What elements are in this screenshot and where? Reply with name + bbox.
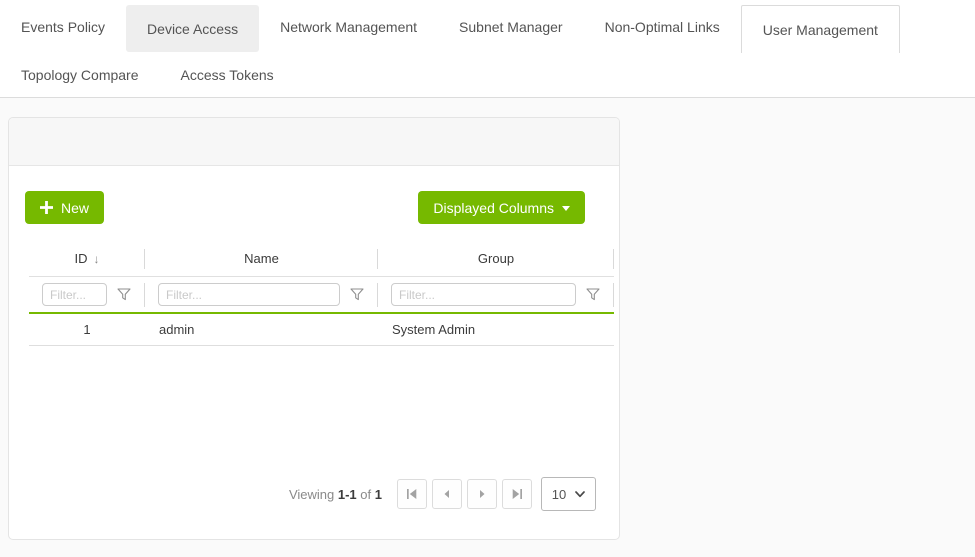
column-label: Name [244,251,279,266]
viewing-range: 1-1 [338,487,357,502]
filter-cell-name [145,277,378,312]
table-filter-row [29,277,614,312]
tab-topology-compare[interactable]: Topology Compare [0,53,160,97]
column-header-id[interactable]: ID ↓ [29,241,145,276]
id-filter-input[interactable] [42,283,107,306]
tab-bar: Events Policy Device Access Network Mana… [0,0,975,98]
select-chevron-icon [575,491,585,498]
cell-id: 1 [29,322,145,337]
card-header [9,118,619,166]
new-button-label: New [61,200,89,216]
page-size-value: 10 [552,487,566,502]
group-filter-input[interactable] [391,283,576,306]
column-label: Group [478,251,514,266]
table-row[interactable]: 1 admin System Admin [29,314,614,346]
tab-label: User Management [763,22,878,38]
tab-events-policy[interactable]: Events Policy [0,0,126,53]
app-root: Events Policy Device Access Network Mana… [0,0,975,557]
prev-page-button[interactable] [432,479,462,509]
displayed-columns-label: Displayed Columns [433,200,554,216]
viewing-label: Viewing [289,487,334,502]
page-background: New Displayed Columns ID ↓ Name [0,98,975,557]
tab-label: Subnet Manager [459,19,563,35]
first-page-icon [406,488,418,500]
column-header-name[interactable]: Name [145,241,378,276]
tab-label: Events Policy [21,19,105,35]
last-page-icon [511,488,523,500]
new-button[interactable]: New [25,191,104,224]
filter-funnel-icon[interactable] [350,288,364,301]
column-header-group[interactable]: Group [378,241,614,276]
tab-non-optimal-links[interactable]: Non-Optimal Links [584,0,741,53]
name-filter-input[interactable] [158,283,340,306]
of-label: of [360,487,371,502]
cell-name: admin [145,322,378,337]
prev-page-icon [441,488,453,500]
table-empty-space [29,346,614,477]
user-management-card: New Displayed Columns ID ↓ Name [8,117,620,540]
page-size-select[interactable]: 10 [541,477,596,511]
displayed-columns-button[interactable]: Displayed Columns [418,191,585,224]
users-table: ID ↓ Name Group [29,241,614,477]
tab-label: Non-Optimal Links [605,19,720,35]
pagination: Viewing 1-1 of 1 10 [9,477,596,511]
toolbar: New Displayed Columns [25,191,585,224]
tab-label: Access Tokens [181,67,274,83]
first-page-button[interactable] [397,479,427,509]
last-page-button[interactable] [502,479,532,509]
tab-label: Device Access [147,21,238,37]
filter-funnel-icon[interactable] [117,288,131,301]
table-header-row: ID ↓ Name Group [29,241,614,277]
tab-row-1: Events Policy Device Access Network Mana… [0,0,975,53]
viewing-status: Viewing 1-1 of 1 [289,487,382,502]
viewing-total: 1 [375,487,382,502]
tab-user-management[interactable]: User Management [741,5,900,53]
filter-cell-id [29,277,145,312]
sort-desc-icon: ↓ [94,252,100,266]
tab-label: Topology Compare [21,67,139,83]
filter-funnel-icon[interactable] [586,288,600,301]
tab-access-tokens[interactable]: Access Tokens [160,53,295,97]
plus-icon [40,201,53,214]
caret-down-icon [562,206,570,211]
next-page-icon [476,488,488,500]
next-page-button[interactable] [467,479,497,509]
tab-row-2: Topology Compare Access Tokens [0,53,975,97]
cell-group: System Admin [378,322,614,337]
column-label: ID [75,251,88,266]
tab-subnet-manager[interactable]: Subnet Manager [438,0,584,53]
tab-network-management[interactable]: Network Management [259,0,438,53]
filter-cell-group [378,277,614,312]
tab-label: Network Management [280,19,417,35]
tab-device-access[interactable]: Device Access [126,5,259,52]
